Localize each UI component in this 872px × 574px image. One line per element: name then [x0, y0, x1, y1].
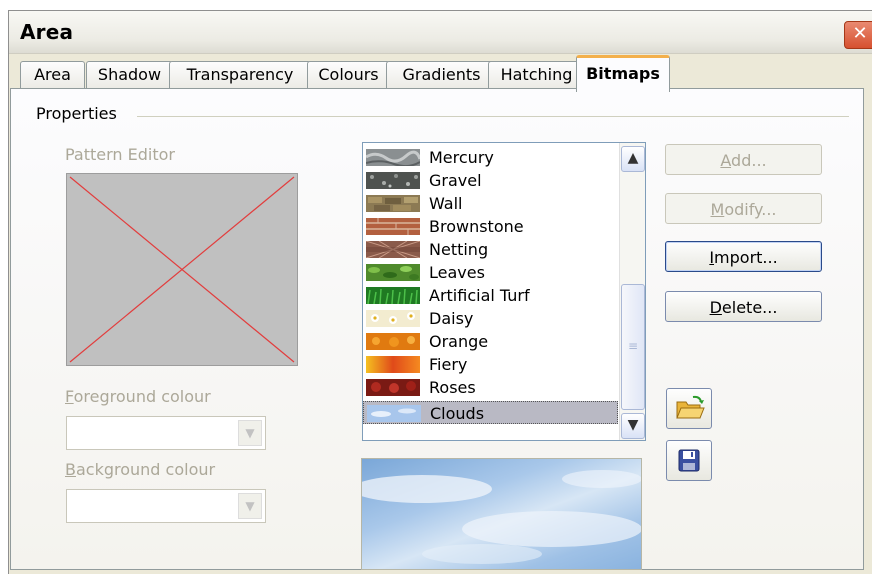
artificial-turf-swatch-icon — [366, 287, 420, 304]
list-item[interactable]: Mercury — [363, 146, 618, 169]
tab-transparency[interactable]: Transparency — [169, 61, 311, 88]
clouds-preview-image — [362, 470, 641, 564]
scroll-down-button[interactable]: ▼ — [621, 413, 645, 439]
scroll-up-button[interactable]: ▲ — [621, 146, 645, 172]
chevron-down-icon[interactable]: ▼ — [238, 493, 262, 519]
list-item[interactable]: Orange — [363, 330, 618, 353]
chevron-down-icon[interactable]: ▼ — [238, 420, 262, 446]
modify-button[interactable]: Modify... — [665, 193, 822, 224]
daisy-swatch-icon — [366, 310, 420, 327]
chevron-down-icon: ▼ — [627, 417, 639, 433]
dialog-title: Area — [20, 20, 74, 44]
scroll-thumb[interactable]: ≡ — [621, 284, 645, 410]
load-bitmap-list-button[interactable] — [666, 388, 712, 429]
leaves-swatch-icon — [366, 264, 420, 281]
roses-swatch-icon — [366, 379, 420, 396]
list-item[interactable]: Brownstone — [363, 215, 618, 238]
clouds-swatch-icon — [367, 405, 421, 422]
wall-swatch-icon — [366, 195, 420, 212]
add-button[interactable]: Add... — [665, 144, 822, 175]
pattern-editor-cross — [69, 176, 295, 363]
open-folder-icon — [676, 395, 705, 419]
background-colour-select[interactable]: ▼ — [66, 489, 266, 523]
gravel-swatch-icon — [366, 172, 420, 189]
background-colour-label: Background colour — [65, 460, 216, 479]
list-item[interactable]: Artificial Turf — [363, 284, 618, 307]
list-item[interactable]: Netting — [363, 238, 618, 261]
save-disk-icon — [678, 449, 700, 472]
close-button[interactable]: ✕ — [844, 21, 872, 49]
grip-icon: ≡ — [627, 339, 639, 353]
delete-button[interactable]: Delete... — [665, 291, 822, 322]
orange-swatch-icon — [366, 333, 420, 350]
tab-bitmaps[interactable]: Bitmaps — [576, 55, 670, 92]
list-item[interactable]: Gravel — [363, 169, 618, 192]
tab-area[interactable]: Area — [20, 61, 85, 88]
list-item[interactable]: Clouds — [363, 401, 618, 424]
save-bitmap-list-button[interactable] — [666, 440, 712, 481]
title-bar[interactable]: Area ✕ — [9, 11, 872, 54]
close-icon: ✕ — [852, 23, 868, 44]
chevron-up-icon: ▲ — [627, 150, 639, 166]
tab-colours[interactable]: Colours — [307, 61, 390, 88]
pattern-editor — [66, 173, 298, 366]
bitmap-preview — [361, 458, 642, 570]
tab-hatching[interactable]: Hatching — [488, 61, 585, 88]
bitmap-list-scrollbar[interactable]: ▲ ≡ ▼ — [619, 143, 645, 440]
netting-swatch-icon — [366, 241, 420, 258]
properties-group-label: Properties — [36, 104, 117, 123]
group-divider — [137, 116, 849, 117]
list-item[interactable]: Daisy — [363, 307, 618, 330]
foreground-colour-label: Foreground colour — [65, 387, 211, 406]
tab-shadow[interactable]: Shadow — [86, 61, 173, 88]
tab-gradients[interactable]: Gradients — [386, 61, 497, 88]
import-button[interactable]: Import... — [665, 241, 822, 272]
list-item[interactable]: Fiery — [363, 353, 618, 376]
mercury-swatch-icon — [366, 149, 420, 166]
bitmap-list[interactable]: Mercury Gravel Wall Brownstone Netting L… — [362, 142, 646, 441]
list-item[interactable]: Wall — [363, 192, 618, 215]
list-item[interactable]: Roses — [363, 376, 618, 399]
list-item[interactable]: Leaves — [363, 261, 618, 284]
foreground-colour-select[interactable]: ▼ — [66, 416, 266, 450]
brownstone-swatch-icon — [366, 218, 420, 235]
pattern-editor-label: Pattern Editor — [65, 145, 175, 164]
fiery-swatch-icon — [366, 356, 420, 373]
